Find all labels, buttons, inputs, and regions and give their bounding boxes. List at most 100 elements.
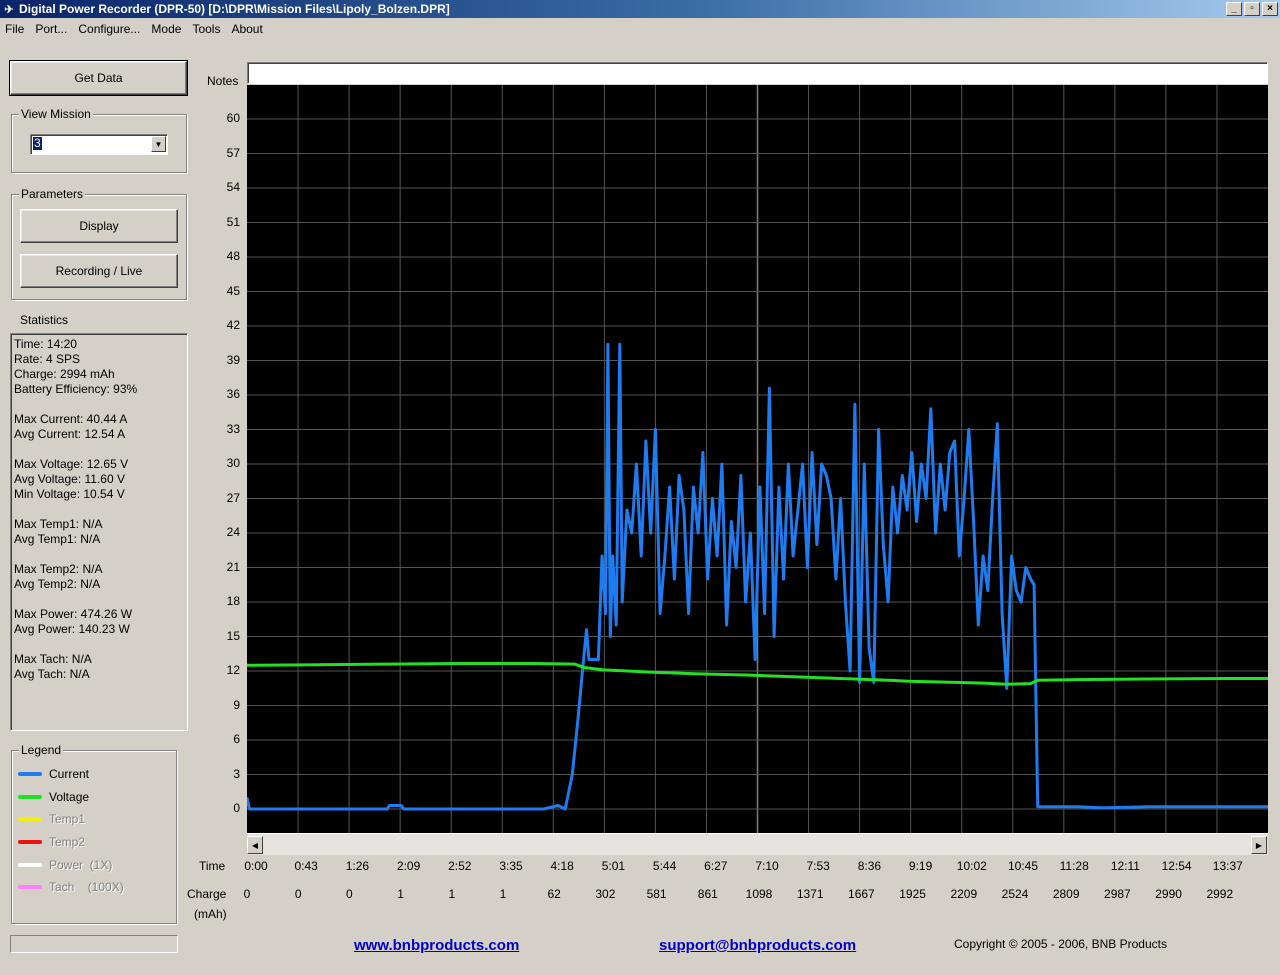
stat-line: Max Current: 40.44 A [14,412,128,426]
view-mission-select[interactable]: 3 ▼ [30,134,168,155]
parameters-title: Parameters [19,187,86,201]
legend-swatch [18,817,42,821]
legend-item-voltage: Voltage [18,790,89,804]
stat-line: Avg Temp1: N/A [14,532,101,546]
time-tick-label: 11:28 [1059,859,1089,873]
charge-tick-label: 581 [646,887,667,901]
stat-line: Battery Efficiency: 93% [14,382,138,396]
legend-swatch [18,795,42,799]
time-tick-label: 12:11 [1110,859,1140,873]
time-tick-label: 10:45 [1007,859,1039,873]
stat-line: Min Voltage: 10.54 V [14,487,125,501]
y-tick-label: 21 [226,559,240,574]
menu-file[interactable]: File [0,22,30,36]
close-button[interactable]: × [1262,2,1278,16]
charge-tick-label: 2209 [950,887,978,901]
time-tick-label: 5:01 [601,859,626,873]
legend-item-temp1: Temp1 [18,812,85,826]
stat-line: Avg Voltage: 11.60 V [14,472,125,486]
recording-live-button[interactable]: Recording / Live [20,254,178,288]
y-tick-label: 45 [226,283,240,298]
charge-tick-label: 0 [243,887,251,901]
notes-input[interactable] [247,62,1268,84]
notes-label: Notes [207,74,239,88]
y-tick-label: 54 [226,180,240,194]
time-tick-label: 6:27 [704,859,728,873]
legend-swatch [18,885,42,889]
website-link[interactable]: www.bnbproducts.com [354,937,519,954]
charge-tick-label: 2987 [1104,887,1131,901]
scroll-right-icon[interactable]: ▶ [1251,836,1267,854]
stat-line [11,442,187,457]
y-tick-label: 57 [226,145,240,160]
stat-line: Charge: 2994 mAh [14,367,115,381]
stat-line: Avg Power: 140.23 W [14,622,130,636]
time-tick-label: 7:10 [755,859,779,873]
horizontal-scrollbar[interactable]: ◀ ▶ [247,833,1268,855]
legend-label: Temp2 [49,835,86,849]
statistics-title: Statistics [20,313,69,327]
charge-row-label: Charge [187,887,227,901]
support-email-link[interactable]: support@bnbproducts.com [659,937,856,954]
y-tick-label: 12 [226,663,240,677]
statistics-panel: Time: 14:20 Rate: 4 SPS Charge: 2994 mAh Ba… [10,333,188,731]
legend-label: Current [49,767,90,781]
y-tick-label: 39 [226,352,240,367]
legend-title: Legend [19,743,64,757]
view-mission-value: 3 [33,136,42,150]
time-tick-label: 5:44 [652,859,677,873]
display-button[interactable]: Display [20,209,178,243]
y-tick-label: 3 [233,766,240,781]
legend-label: Temp1 [49,812,86,826]
y-tick-label: 60 [226,111,240,125]
copyright-text: Copyright © 2005 - 2006, BNB Products [954,937,1167,951]
y-tick-label: 36 [226,387,240,401]
title-bar: ✈ Digital Power Recorder (DPR-50) [D:\DP… [0,0,1280,18]
time-tick-label: 8:36 [857,859,882,873]
y-tick-label: 15 [226,628,240,643]
menu-tools[interactable]: Tools [187,22,226,36]
menu-port[interactable]: Port... [30,22,73,36]
stat-line [11,637,187,652]
stat-line: Avg Tach: N/A [14,667,90,681]
charge-tick-label: 1371 [796,887,824,901]
get-data-button[interactable]: Get Data [9,60,188,96]
stat-line: Time: 14:20 [14,337,77,351]
menu-bar: File Port... Configure... Mode Tools Abo… [0,19,1280,38]
y-tick-label: 0 [233,801,240,815]
menu-about[interactable]: About [226,22,268,36]
time-tick-label: 3:35 [499,859,523,873]
time-tick-label: 2:09 [396,859,421,873]
stat-line [11,397,187,412]
menu-configure[interactable]: Configure... [73,22,146,36]
stat-line [11,592,187,607]
stat-line: Rate: 4 SPS [14,352,81,366]
time-tick-label: 10:02 [956,859,987,873]
charge-tick-label: 0 [346,887,353,901]
legend-item-temp2: Temp2 [18,835,85,849]
charge-tick-label: 2524 [1001,887,1029,901]
charge-tick-label: 1 [499,887,507,901]
charge-tick-label: 2990 [1155,887,1182,901]
charge-tick-label: 1667 [848,887,875,901]
legend-label: Tach (100X) [49,880,124,894]
stat-line [11,502,187,517]
app-icon: ✈ [4,3,14,16]
legend-swatch [18,772,42,776]
charge-tick-label: 0 [294,887,302,901]
view-mission-title: View Mission [19,107,93,121]
stat-line: Avg Current: 12.54 A [14,427,126,441]
legend-item-current: Current [18,767,89,781]
minimize-button[interactable]: _ [1226,2,1242,16]
chevron-down-icon[interactable]: ▼ [151,136,166,152]
charge-tick-label: 2992 [1206,887,1234,901]
stat-line: Avg Temp2: N/A [14,577,101,591]
time-tick-label: 12:54 [1161,859,1192,873]
stat-line: Max Power: 474.26 W [14,607,133,621]
menu-mode[interactable]: Mode [146,22,187,36]
time-tick-label: 9:19 [908,859,933,873]
y-tick-label: 48 [226,249,240,263]
maximize-button[interactable]: ▫ [1244,2,1260,16]
charge-tick-label: 2809 [1052,887,1080,901]
scroll-left-icon[interactable]: ◀ [247,836,263,854]
